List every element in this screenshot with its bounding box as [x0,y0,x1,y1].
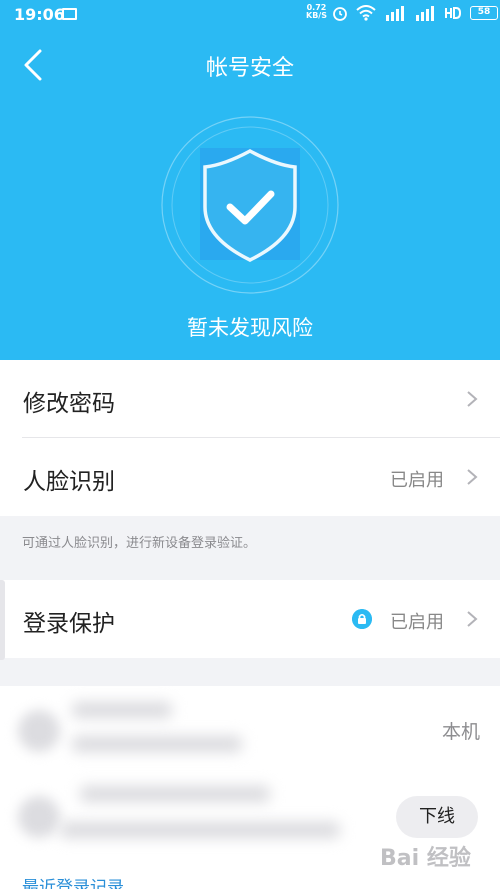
login-protection-label: 登录保护 [23,611,115,637]
offline-button[interactable]: 下线 [396,796,478,838]
wifi-icon [356,5,376,21]
navigation-bar: 帐号安全 [0,40,500,86]
chevron-right-icon [467,391,478,407]
notification-icon [62,8,77,20]
side-drawer-handle[interactable] [0,580,5,660]
lock-icon [352,609,372,629]
security-status-text: 暂未发现风险 [187,316,313,340]
face-recognition-label: 人脸识别 [23,469,115,495]
face-recognition-row[interactable]: 人脸识别 已启用 [0,438,500,516]
device-detail-blurred [60,822,340,838]
face-recognition-hint: 可通过人脸识别，进行新设备登录验证。 [22,536,257,551]
login-protection-status: 已启用 [390,612,444,633]
device-avatar [18,796,60,838]
status-bar: 19:06 0.72 KB/S 58 [0,0,500,30]
recent-login-records-link[interactable]: 最近登录记录... [22,873,140,889]
network-speed: 0.72 KB/S [306,3,327,20]
change-password-row[interactable]: 修改密码 [0,360,500,438]
device-name-blurred [72,702,172,718]
battery-icon: 58 [470,6,498,20]
device-row-current [0,686,500,772]
current-device-label: 本机 [441,721,480,743]
login-protection-row[interactable]: 登录保护 已启用 [0,580,500,658]
device-avatar [18,710,60,752]
face-recognition-status: 已启用 [390,470,444,491]
signal-icon [416,6,434,21]
status-time: 19:06 [14,5,65,24]
login-protection-card: 登录保护 已启用 [0,580,500,658]
change-password-label: 修改密码 [23,391,115,417]
page-title: 帐号安全 [205,56,294,81]
watermark: Bai 经验 [380,846,471,871]
hd-icon [445,7,462,19]
alarm-icon [333,7,347,21]
chevron-right-icon [467,469,478,485]
settings-card: 修改密码 人脸识别 已启用 [0,360,500,516]
device-name-blurred [80,786,270,802]
security-hero: 19:06 0.72 KB/S 58 帐号安全 暂未发现风险 [0,0,500,360]
device-detail-blurred [72,736,242,752]
chevron-right-icon [467,611,478,627]
signal-icon [386,6,404,21]
shield-check-icon [161,116,339,294]
